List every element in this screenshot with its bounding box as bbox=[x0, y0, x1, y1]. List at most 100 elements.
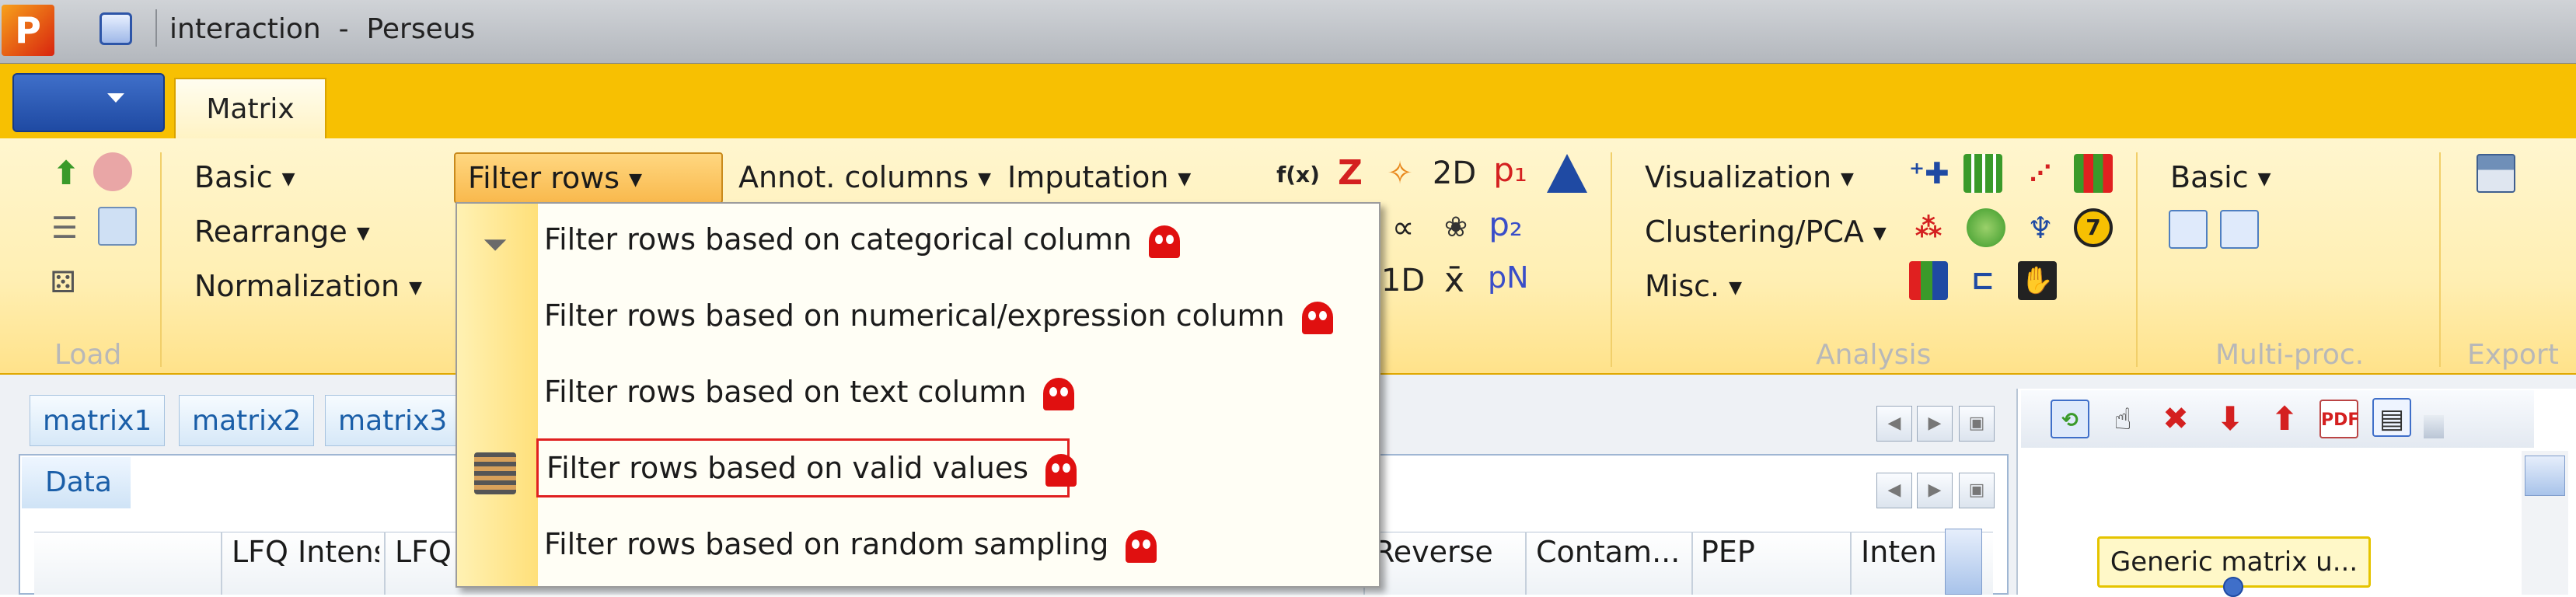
refresh-icon[interactable]: ⟲ bbox=[2051, 400, 2089, 438]
pn-icon[interactable]: pN bbox=[1488, 258, 1529, 297]
data-scroll-right-button[interactable]: ▶ bbox=[1917, 473, 1953, 508]
arrow-up-icon[interactable]: ⬆ bbox=[2265, 400, 2304, 438]
tab-matrix2[interactable]: matrix2 bbox=[179, 395, 315, 446]
quick-access-separator bbox=[155, 9, 157, 47]
mean-icon[interactable]: x̄ bbox=[1435, 261, 1474, 300]
bar-chart-icon[interactable] bbox=[1909, 261, 1948, 300]
menu-item-numerical-column[interactable]: Filter rows based on numerical/expressio… bbox=[536, 286, 1333, 345]
z-score-icon[interactable]: Z bbox=[1331, 154, 1370, 193]
window-title: interaction - Perseus bbox=[169, 13, 476, 45]
data-window-list-button[interactable]: ▣ bbox=[1959, 473, 1995, 508]
clustering-pca-button[interactable]: Clustering/PCA ▼ bbox=[1645, 210, 1887, 253]
tabs-scroll-right-button[interactable]: ▶ bbox=[1917, 406, 1953, 442]
normalization-button[interactable]: Normalization ▼ bbox=[194, 264, 422, 308]
data-scroll-left-button[interactable]: ◀ bbox=[1876, 473, 1912, 508]
column-separator bbox=[1691, 532, 1693, 595]
ghost-icon bbox=[1045, 453, 1077, 487]
two-d-icon[interactable]: 2D bbox=[1430, 154, 1478, 193]
valid-values-icon bbox=[474, 452, 516, 494]
misc-button[interactable]: Misc. ▼ bbox=[1645, 264, 1742, 308]
column-header-contaminant[interactable]: Contam... bbox=[1536, 536, 1688, 567]
rearrange-button[interactable]: Rearrange ▼ bbox=[194, 210, 370, 253]
scatter-plus-icon[interactable]: ⁺✚ bbox=[1909, 154, 1949, 193]
clusters-icon[interactable] bbox=[1967, 208, 2005, 247]
tabs-window-list-button[interactable]: ▣ bbox=[1959, 406, 1995, 442]
group-label-load: Load bbox=[54, 339, 122, 371]
histogram-icon[interactable] bbox=[2074, 154, 2113, 193]
p2-icon[interactable]: p₂ bbox=[1486, 205, 1525, 244]
save-icon[interactable] bbox=[2477, 154, 2515, 193]
tree-icon[interactable]: ⊏ bbox=[1963, 261, 2002, 300]
column-header-pep[interactable]: PEP bbox=[1701, 536, 1841, 567]
dice-icon[interactable]: ⚄ bbox=[44, 263, 82, 302]
funnel-icon: ⏷ bbox=[483, 227, 508, 263]
group-label-analysis: Analysis bbox=[1816, 339, 1932, 371]
multi-table-alt-icon[interactable] bbox=[2220, 210, 2259, 249]
pan-hand-icon[interactable]: ☝ bbox=[2103, 400, 2142, 438]
perseus-app-icon[interactable]: P bbox=[2, 5, 54, 56]
table-import-icon[interactable] bbox=[98, 207, 137, 246]
column-separator bbox=[1850, 532, 1852, 595]
workflow-scrollbar-thumb[interactable] bbox=[2525, 456, 2565, 496]
menu-item-random-sampling[interactable]: Filter rows based on random sampling bbox=[536, 515, 1157, 574]
column-header-reverse[interactable]: Reverse bbox=[1374, 536, 1522, 567]
heatmap-grid-icon[interactable] bbox=[1963, 154, 2002, 193]
basic-processing-button[interactable]: Basic ▼ bbox=[194, 155, 295, 199]
menu-item-categorical-column[interactable]: Filter rows based on categorical column bbox=[536, 210, 1181, 269]
ghost-icon bbox=[1126, 529, 1157, 563]
group-separator bbox=[2439, 152, 2441, 367]
distribution-peak-icon[interactable] bbox=[1547, 154, 1587, 193]
tab-data[interactable]: Data bbox=[22, 457, 131, 508]
ghost-icon bbox=[1301, 301, 1333, 334]
quick-access-icon[interactable] bbox=[99, 12, 132, 45]
chevron-down-icon bbox=[107, 93, 124, 103]
ribbon-tab-row bbox=[0, 64, 2576, 138]
column-separator bbox=[1525, 532, 1527, 595]
group-label-multiproc: Multi-proc. bbox=[2215, 339, 2365, 371]
imputation-button[interactable]: Imputation ▼ bbox=[1007, 155, 1191, 199]
group-label-export: Export bbox=[2467, 339, 2559, 371]
visualization-button[interactable]: Visualization ▼ bbox=[1645, 155, 1854, 199]
group-separator bbox=[1611, 152, 1612, 367]
one-d-icon[interactable]: 1D bbox=[1379, 261, 1427, 300]
fx-icon[interactable]: f(x) bbox=[1275, 155, 1321, 194]
workflow-node-port[interactable] bbox=[2223, 577, 2243, 597]
network-icon[interactable]: ⁂ bbox=[1909, 208, 1948, 247]
multi-table-icon[interactable] bbox=[2169, 210, 2208, 249]
menu-item-text-column[interactable]: Filter rows based on text column bbox=[536, 362, 1075, 421]
document-icon[interactable]: ▤ bbox=[2372, 398, 2411, 437]
fox-icon[interactable]: ✧ bbox=[1380, 154, 1419, 193]
tab-matrix3[interactable]: matrix3 bbox=[325, 395, 461, 446]
paw-icon[interactable]: ❀ bbox=[1436, 208, 1475, 247]
p1-icon[interactable]: p₁ bbox=[1491, 151, 1530, 190]
table-scrollbar-thumb[interactable] bbox=[1945, 529, 1982, 595]
column-header-lfq-intensity[interactable]: LFQ Intensity bbox=[232, 536, 379, 567]
pdf-export-icon[interactable]: PDF bbox=[2319, 400, 2359, 438]
correlation-icon[interactable]: ∝ bbox=[1384, 208, 1422, 247]
group-separator bbox=[2136, 152, 2138, 367]
ghost-icon bbox=[1149, 225, 1181, 258]
multiproc-basic-button[interactable]: Basic ▼ bbox=[2170, 155, 2271, 199]
tabs-scroll-left-button[interactable]: ◀ bbox=[1876, 406, 1912, 442]
tab-matrix1[interactable]: matrix1 bbox=[30, 395, 166, 446]
annot-columns-button[interactable]: Annot. columns ▼ bbox=[738, 155, 991, 199]
number-seven-icon[interactable]: 7 bbox=[2074, 208, 2113, 247]
menu-item-valid-values[interactable]: Filter rows based on valid values bbox=[536, 438, 1077, 498]
scatter-plot-icon[interactable]: ⋰ bbox=[2021, 154, 2060, 193]
filter-rows-button[interactable]: Filter rows ▼ bbox=[454, 152, 723, 204]
surface-plot-icon[interactable]: ♆ bbox=[2021, 208, 2060, 247]
application-menu-button[interactable] bbox=[12, 73, 165, 132]
brain-icon[interactable] bbox=[93, 152, 132, 191]
close-icon[interactable]: ✖ bbox=[2156, 400, 2195, 438]
column-separator bbox=[384, 532, 386, 595]
hand-icon[interactable]: ✋ bbox=[2018, 261, 2057, 300]
column-header-intensity[interactable]: Inten bbox=[1861, 536, 1939, 567]
tab-matrix[interactable]: Matrix bbox=[174, 78, 326, 138]
arrow-down-icon[interactable]: ⬇ bbox=[2211, 400, 2250, 438]
upload-arrow-icon[interactable]: ⬆ bbox=[47, 154, 86, 193]
list-icon[interactable]: ☰ bbox=[45, 208, 84, 247]
ghost-icon bbox=[1043, 377, 1075, 410]
toolbar-overflow-icon[interactable] bbox=[2424, 415, 2444, 438]
column-separator bbox=[221, 532, 222, 595]
group-separator bbox=[160, 152, 162, 367]
